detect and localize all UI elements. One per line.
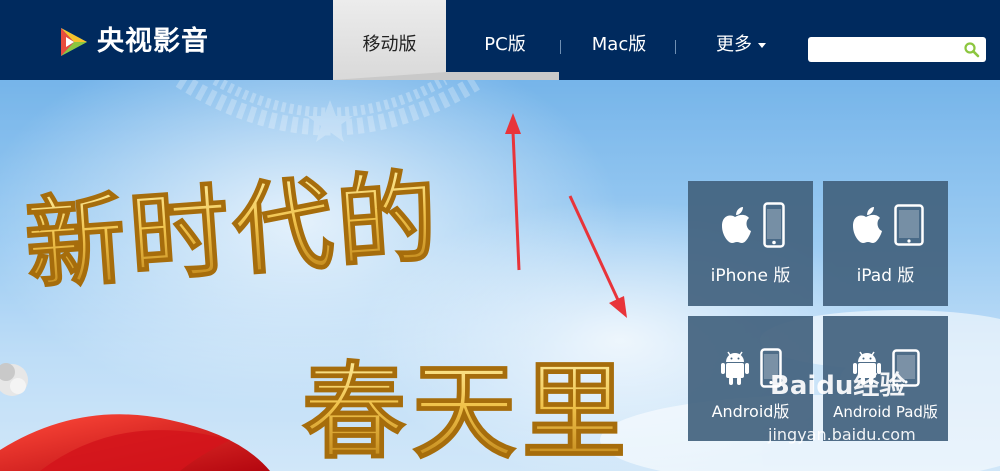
headline-line-2: 春天里 — [302, 350, 632, 471]
baidu-watermark-brand: Baidu经验 — [770, 371, 906, 401]
nav-tab-mobile[interactable]: 移动版 — [333, 0, 559, 80]
caret-down-icon — [758, 42, 766, 48]
android-icon — [720, 351, 749, 385]
nav-tab-mac[interactable]: Mac版 — [584, 0, 654, 80]
logo-text: 央视影音 — [97, 26, 209, 57]
search-icon[interactable] — [963, 41, 980, 58]
nav-tab-pc[interactable]: PC版 — [470, 0, 540, 80]
nav-separator — [560, 40, 561, 54]
nav-more-dropdown[interactable]: 更多 — [706, 0, 776, 80]
search-input[interactable] — [814, 40, 962, 61]
hero-banner: 新时代的 春天里 iPhone 版 iPad 版 Android版 Androi… — [0, 80, 1000, 471]
download-iphone-tile[interactable]: iPhone 版 — [688, 181, 813, 306]
iphone-label: iPhone 版 — [710, 266, 791, 286]
apple-icon — [721, 207, 751, 243]
phone-icon — [762, 202, 785, 248]
android-phone-label: Android版 — [711, 402, 790, 421]
tablet-icon — [893, 204, 924, 246]
ipad-label: iPad 版 — [856, 266, 915, 286]
download-ipad-tile[interactable]: iPad 版 — [823, 181, 948, 306]
search-box — [808, 37, 986, 62]
headline-line-1: 新时代的 — [21, 157, 444, 304]
logo-mark-icon — [61, 28, 87, 56]
site-logo[interactable]: 央视影音 — [57, 24, 209, 60]
nav-separator — [675, 40, 676, 54]
android-pad-label: Android Pad版 — [833, 403, 938, 421]
top-header: 央视影音 移动版 PC版 Mac版 更多 — [0, 0, 1000, 80]
baidu-watermark-url: jingyan.baidu.com — [768, 425, 916, 444]
apple-icon — [852, 207, 882, 243]
nav-more-label: 更多 — [716, 34, 752, 55]
